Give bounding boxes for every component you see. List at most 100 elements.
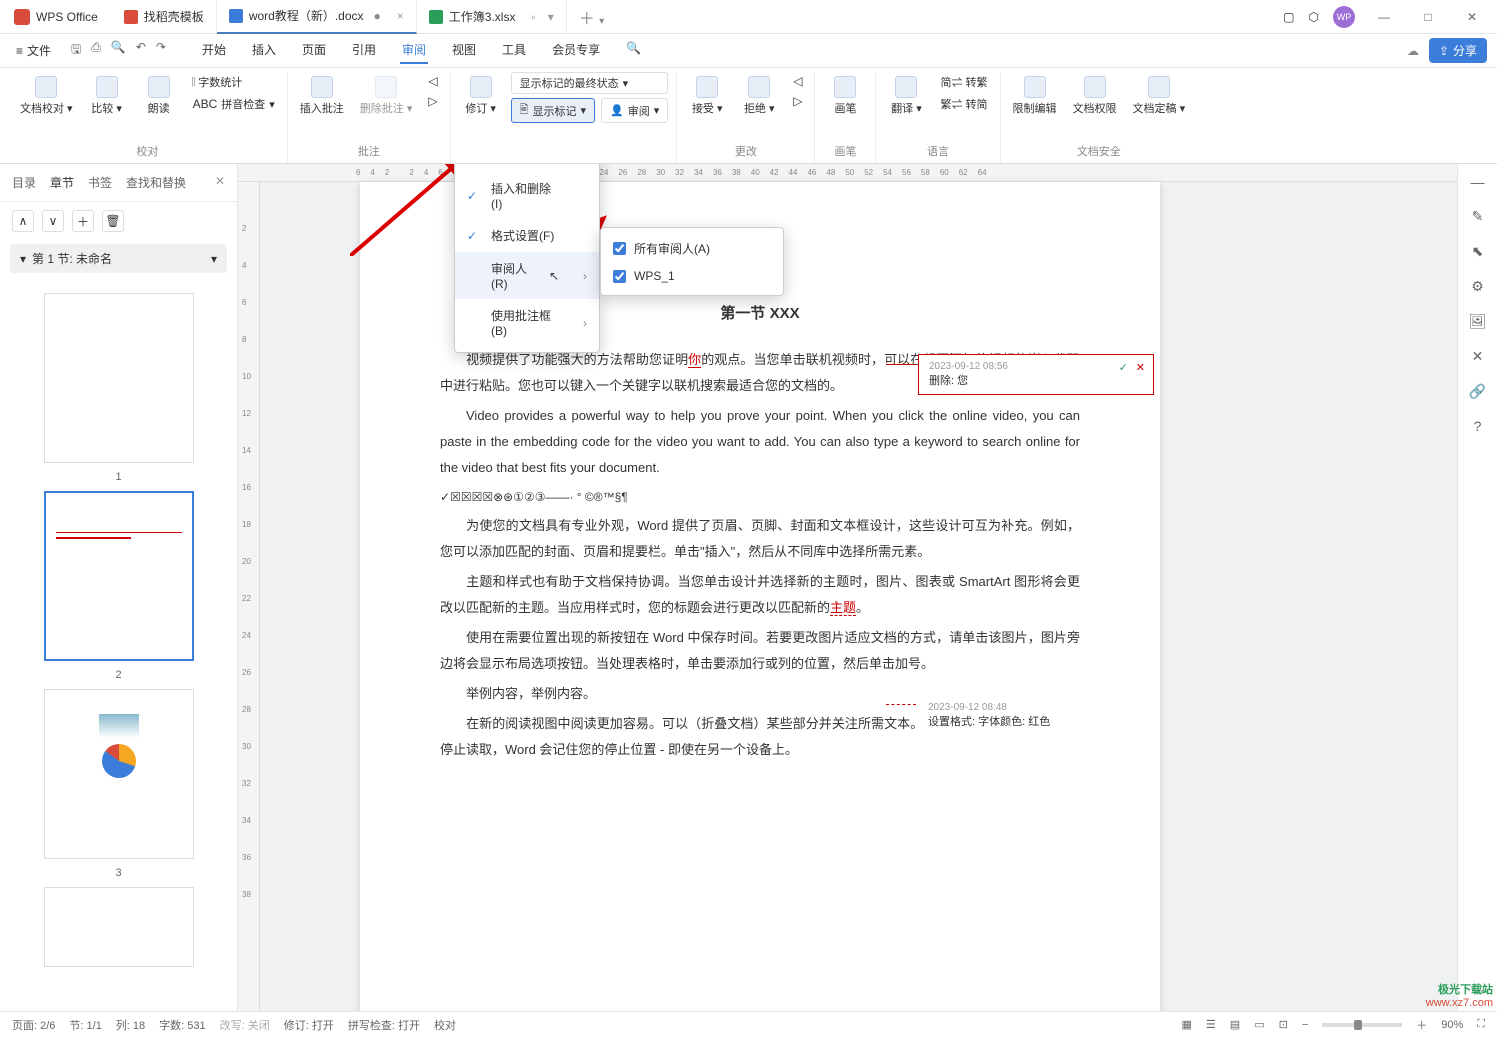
close-icon[interactable]: ▾ (548, 10, 554, 24)
reject-icon[interactable]: ✕ (1136, 361, 1145, 374)
read-aloud-button[interactable]: 朗读 (137, 72, 181, 120)
section-header[interactable]: ▾ 第 1 节: 未命名 ▾ (10, 244, 227, 273)
zoom-in-button[interactable]: ＋ (1416, 1017, 1427, 1033)
menu-item-format[interactable]: ✓格式设置(F) (455, 219, 599, 252)
close-icon[interactable]: ✕ (215, 174, 225, 191)
new-tab-button[interactable]: ＋ ▾ (567, 5, 616, 29)
restrict-edit-button[interactable]: 限制编辑 (1009, 72, 1061, 120)
sidebar-tab-outline[interactable]: 目录 (12, 174, 36, 191)
view-web-icon[interactable]: ▤ (1230, 1018, 1240, 1031)
status-page[interactable]: 页面: 2/6 (12, 1017, 55, 1033)
menu-review[interactable]: 审阅 (400, 37, 428, 64)
accept-button[interactable]: 接受 ▾ (685, 72, 729, 120)
view-read-icon[interactable]: ▭ (1254, 1018, 1264, 1031)
menu-member[interactable]: 会员专享 (550, 37, 602, 64)
thumbnail-page-3[interactable] (44, 689, 194, 859)
status-track[interactable]: 修订: 打开 (284, 1017, 334, 1033)
vertical-ruler[interactable]: 2468101214161820222426283032343638 (238, 182, 260, 1011)
zoom-level[interactable]: 90% (1441, 1019, 1463, 1031)
image-icon[interactable]: 🖼 (1469, 313, 1487, 330)
close-icon[interactable]: × (397, 9, 404, 23)
add-section-button[interactable]: ＋ (72, 210, 94, 232)
select-icon[interactable]: ⬉ (1472, 243, 1484, 260)
cloud-icon[interactable]: ☁ (1407, 44, 1419, 58)
menu-item-insertdelete[interactable]: ✓插入和删除(I) (455, 172, 599, 219)
pencil-icon[interactable]: ✎ (1472, 208, 1484, 225)
prev-change-button[interactable]: ◁ (789, 72, 806, 90)
prev-comment-button[interactable]: ◁ (424, 72, 441, 90)
compare-button[interactable]: 比较 ▾ (85, 72, 129, 120)
maximize-button[interactable]: □ (1413, 10, 1443, 24)
link-icon[interactable]: 🔗 (1469, 383, 1486, 400)
minimize---button[interactable]: — (1369, 10, 1399, 24)
tab-word-doc[interactable]: word教程（新）.docx ● × (217, 0, 417, 34)
doc-proof-button[interactable]: 文档校对 ▾ (16, 72, 77, 120)
status-words[interactable]: 字数: 531 (159, 1017, 205, 1033)
sidebar-tab-chapters[interactable]: 章节 (50, 174, 74, 191)
window-layout-icon[interactable]: ▢ (1283, 10, 1294, 24)
menu-tools[interactable]: 工具 (500, 37, 528, 64)
zoom-out-button[interactable]: − (1302, 1019, 1308, 1031)
sidebar-tab-findreplace[interactable]: 查找和替换 (126, 174, 186, 191)
view-print-icon[interactable]: ▦ (1182, 1018, 1192, 1031)
doc-finalize-button[interactable]: 文档定稿 ▾ (1129, 72, 1190, 120)
menu-page[interactable]: 页面 (300, 37, 328, 64)
zoom-fit-icon[interactable]: ⊡ (1279, 1018, 1288, 1031)
status-proof[interactable]: 校对 (434, 1017, 456, 1033)
tab-template[interactable]: 找稻壳模板 (112, 0, 217, 34)
preview-icon[interactable]: 🔍 (111, 40, 126, 61)
reject-button[interactable]: 拒绝 ▾ (737, 72, 781, 120)
sidebar-tab-bookmarks[interactable]: 书签 (88, 174, 112, 191)
tab-options-icon[interactable]: ▫ (531, 10, 535, 24)
status-overwrite[interactable]: 改写: 关闭 (220, 1017, 270, 1033)
menu-reference[interactable]: 引用 (350, 37, 378, 64)
delete-section-button[interactable]: 🗑 (102, 210, 124, 232)
nav-up-button[interactable]: ∧ (12, 210, 34, 232)
display-state-dropdown[interactable]: 显示标记的最终状态▾ (511, 72, 669, 94)
thumbnail-page-1[interactable] (44, 293, 194, 463)
file-menu[interactable]: ≡ 文件 (10, 42, 57, 59)
comment-card-delete[interactable]: 2023-09-12 08:56 删除: 您 ✓✕ (918, 354, 1154, 395)
zoom-slider[interactable] (1322, 1023, 1402, 1027)
cube-icon[interactable]: ⬡ (1309, 10, 1319, 24)
print-icon[interactable]: ⎙ (91, 40, 101, 61)
menu-item-reviewer[interactable]: 审阅人(R)↖› (455, 252, 599, 299)
show-marks-dropdown[interactable]: 🖹显示标记 ▾ (511, 98, 595, 123)
view-outline-icon[interactable]: ☰ (1206, 1018, 1216, 1031)
status-spell[interactable]: 拼写检查: 打开 (348, 1017, 420, 1033)
thumbnail-page-4[interactable] (44, 887, 194, 967)
next-change-button[interactable]: ▷ (789, 92, 806, 110)
delete-comment-button[interactable]: 删除批注 ▾ (356, 72, 417, 120)
accept-icon[interactable]: ✓ (1119, 361, 1128, 374)
close-window-button[interactable]: ✕ (1457, 10, 1487, 24)
submenu-all-reviewers[interactable]: 所有审阅人(A) (601, 234, 783, 263)
undo-icon[interactable]: ↶ (136, 40, 146, 61)
help-icon[interactable]: ? (1474, 418, 1482, 434)
share-button[interactable]: ⇪ 分享 (1429, 38, 1487, 63)
menu-view[interactable]: 视图 (450, 37, 478, 64)
checkbox[interactable] (613, 242, 626, 255)
menu-item-balloon[interactable]: 使用批注框(B)› (455, 299, 599, 346)
to-traditional-button[interactable]: 简⇌ 转繁 (936, 72, 991, 92)
horizontal-ruler[interactable]: 6422468101214161820222426283032343638404… (238, 164, 1457, 182)
pinyin-check-button[interactable]: ABC拼音检查 ▾ (189, 94, 279, 114)
brush-button[interactable]: 画笔 (823, 72, 867, 120)
menu-item-comments[interactable]: ✓批注(C) (455, 164, 599, 172)
status-section[interactable]: 节: 1/1 (69, 1017, 101, 1033)
doc-permission-button[interactable]: 文档权限 (1069, 72, 1121, 120)
reviewer-dropdown[interactable]: 👤审阅 ▾ (601, 98, 668, 123)
track-changes-button[interactable]: 修订 ▾ (459, 72, 503, 120)
comment-card-format[interactable]: 2023-09-12 08:48 设置格式: 字体颜色: 红色 (918, 696, 1154, 735)
collapse-icon[interactable]: — (1471, 174, 1485, 190)
translate-button[interactable]: 翻译 ▾ (884, 72, 928, 120)
word-count-button[interactable]: 𝄁字数统计 (189, 72, 279, 92)
status-column[interactable]: 列: 18 (116, 1017, 145, 1033)
submenu-user[interactable]: WPS_1 (601, 263, 783, 289)
menu-insert[interactable]: 插入 (250, 37, 278, 64)
tab-xlsx[interactable]: 工作簿3.xlsx ▫ ▾ (417, 0, 567, 34)
next-comment-button[interactable]: ▷ (424, 92, 441, 110)
checkbox[interactable] (613, 270, 626, 283)
save-icon[interactable]: 🖫 (71, 40, 81, 61)
insert-comment-button[interactable]: 插入批注 (296, 72, 348, 120)
nav-down-button[interactable]: ∨ (42, 210, 64, 232)
